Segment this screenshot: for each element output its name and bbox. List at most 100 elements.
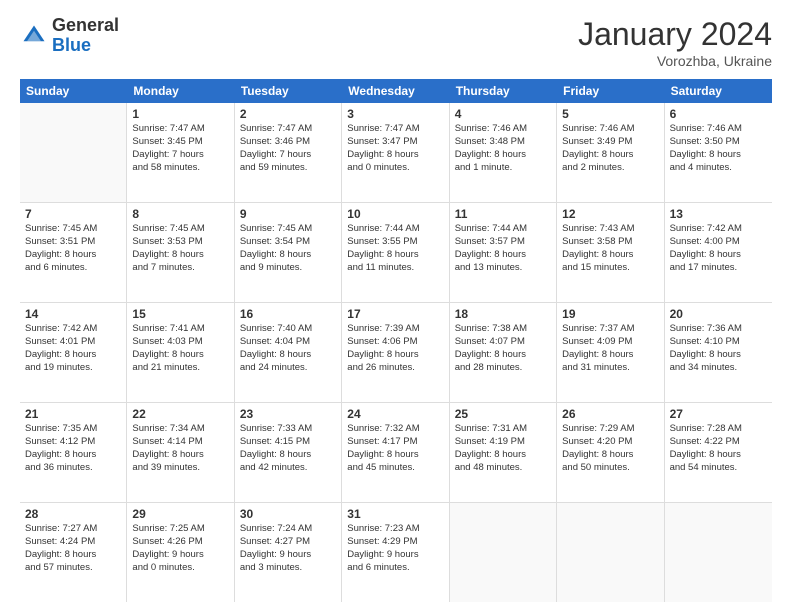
day-cell-4: 4Sunrise: 7:46 AMSunset: 3:48 PMDaylight… [450, 103, 557, 202]
empty-cell [20, 103, 127, 202]
day-info-line: Sunset: 3:55 PM [347, 236, 443, 249]
day-info-line: and 1 minute. [455, 162, 551, 175]
day-info-line: and 59 minutes. [240, 162, 336, 175]
day-cell-11: 11Sunrise: 7:44 AMSunset: 3:57 PMDayligh… [450, 203, 557, 302]
day-info-line: Daylight: 8 hours [562, 449, 658, 462]
empty-cell [557, 503, 664, 602]
day-info-line: Sunrise: 7:39 AM [347, 323, 443, 336]
day-info-line: Sunrise: 7:42 AM [25, 323, 121, 336]
location: Vorozhba, Ukraine [578, 53, 772, 69]
day-number: 3 [347, 106, 443, 122]
day-info-line: Sunset: 3:53 PM [132, 236, 228, 249]
day-cell-2: 2Sunrise: 7:47 AMSunset: 3:46 PMDaylight… [235, 103, 342, 202]
logo-blue: Blue [52, 35, 91, 55]
day-cell-25: 25Sunrise: 7:31 AMSunset: 4:19 PMDayligh… [450, 403, 557, 502]
day-number: 29 [132, 506, 228, 522]
day-number: 23 [240, 406, 336, 422]
day-info-line: Sunrise: 7:43 AM [562, 223, 658, 236]
day-info-line: Sunset: 3:48 PM [455, 136, 551, 149]
day-cell-9: 9Sunrise: 7:45 AMSunset: 3:54 PMDaylight… [235, 203, 342, 302]
calendar-row-5: 28Sunrise: 7:27 AMSunset: 4:24 PMDayligh… [20, 503, 772, 602]
month-title: January 2024 [578, 16, 772, 53]
day-info-line: Sunset: 4:26 PM [132, 536, 228, 549]
weekday-header-wednesday: Wednesday [342, 79, 449, 103]
day-info-line: Daylight: 8 hours [25, 249, 121, 262]
day-info-line: and 15 minutes. [562, 262, 658, 275]
day-number: 18 [455, 306, 551, 322]
day-info-line: Sunrise: 7:47 AM [240, 123, 336, 136]
day-info-line: Daylight: 8 hours [347, 249, 443, 262]
calendar-row-3: 14Sunrise: 7:42 AMSunset: 4:01 PMDayligh… [20, 303, 772, 403]
logo-text: General Blue [52, 16, 119, 56]
calendar-body: 1Sunrise: 7:47 AMSunset: 3:45 PMDaylight… [20, 103, 772, 602]
day-number: 21 [25, 406, 121, 422]
empty-cell [665, 503, 772, 602]
day-cell-24: 24Sunrise: 7:32 AMSunset: 4:17 PMDayligh… [342, 403, 449, 502]
day-info-line: Sunset: 4:20 PM [562, 436, 658, 449]
day-cell-31: 31Sunrise: 7:23 AMSunset: 4:29 PMDayligh… [342, 503, 449, 602]
day-info-line: Daylight: 8 hours [347, 349, 443, 362]
day-number: 26 [562, 406, 658, 422]
day-info-line: and 50 minutes. [562, 462, 658, 475]
day-number: 22 [132, 406, 228, 422]
day-info-line: and 54 minutes. [670, 462, 767, 475]
day-cell-13: 13Sunrise: 7:42 AMSunset: 4:00 PMDayligh… [665, 203, 772, 302]
day-info-line: Sunrise: 7:45 AM [25, 223, 121, 236]
day-info-line: Sunset: 4:03 PM [132, 336, 228, 349]
day-info-line: Sunset: 4:12 PM [25, 436, 121, 449]
calendar-row-4: 21Sunrise: 7:35 AMSunset: 4:12 PM Dayligh… [20, 403, 772, 503]
day-info-line: Daylight: 8 hours [132, 449, 228, 462]
day-number: 19 [562, 306, 658, 322]
day-info-line: Daylight: 8 hours [132, 349, 228, 362]
day-number: 14 [25, 306, 121, 322]
day-number: 30 [240, 506, 336, 522]
day-info-line: Sunset: 4:24 PM [25, 536, 121, 549]
day-number: 15 [132, 306, 228, 322]
day-cell-7: 7Sunrise: 7:45 AMSunset: 3:51 PMDaylight… [20, 203, 127, 302]
day-info-line: and 28 minutes. [455, 362, 551, 375]
day-info-line: Sunset: 4:17 PM [347, 436, 443, 449]
day-number: 12 [562, 206, 658, 222]
day-number: 28 [25, 506, 121, 522]
day-info-line: and 3 minutes. [240, 562, 336, 575]
day-info-line: Sunrise: 7:45 AM [240, 223, 336, 236]
weekday-header-tuesday: Tuesday [235, 79, 342, 103]
empty-cell [450, 503, 557, 602]
page: General Blue January 2024 Vorozhba, Ukra… [0, 0, 792, 612]
day-info-line: Daylight: 8 hours [562, 149, 658, 162]
day-cell-12: 12Sunrise: 7:43 AMSunset: 3:58 PMDayligh… [557, 203, 664, 302]
day-info-line: and 24 minutes. [240, 362, 336, 375]
day-info-line: Daylight: 9 hours [347, 549, 443, 562]
day-info-line: Sunset: 4:07 PM [455, 336, 551, 349]
weekday-header-sunday: Sunday [20, 79, 127, 103]
day-info-line: and 39 minutes. [132, 462, 228, 475]
day-info-line: Daylight: 8 hours [455, 449, 551, 462]
day-info-line: Sunset: 3:54 PM [240, 236, 336, 249]
day-number: 8 [132, 206, 228, 222]
day-info-line: and 11 minutes. [347, 262, 443, 275]
day-info-line: Sunrise: 7:29 AM [562, 423, 658, 436]
day-number: 17 [347, 306, 443, 322]
day-number: 7 [25, 206, 121, 222]
day-number: 1 [132, 106, 228, 122]
day-number: 16 [240, 306, 336, 322]
day-info-line: Daylight: 8 hours [670, 249, 767, 262]
day-info-line: Sunrise: 7:35 AM [25, 423, 121, 436]
day-info-line: and 6 minutes. [347, 562, 443, 575]
day-info-line: Sunset: 3:46 PM [240, 136, 336, 149]
day-cell-21: 21Sunrise: 7:35 AMSunset: 4:12 PMDayligh… [20, 403, 127, 502]
day-cell-28: 28Sunrise: 7:27 AMSunset: 4:24 PMDayligh… [20, 503, 127, 602]
day-info-line: and 4 minutes. [670, 162, 767, 175]
day-info-line: Sunrise: 7:38 AM [455, 323, 551, 336]
day-info-line: and 42 minutes. [240, 462, 336, 475]
day-info-line: Daylight: 8 hours [25, 549, 121, 562]
day-info-line: and 9 minutes. [240, 262, 336, 275]
day-info-line: Daylight: 8 hours [670, 349, 767, 362]
calendar-header: SundayMondayTuesdayWednesdayThursdayFrid… [20, 79, 772, 103]
day-info-line: and 0 minutes. [347, 162, 443, 175]
day-number: 13 [670, 206, 767, 222]
day-info-line: Daylight: 8 hours [347, 449, 443, 462]
day-cell-27: 27Sunrise: 7:28 AMSunset: 4:22 PMDayligh… [665, 403, 772, 502]
day-info-line: Sunset: 4:29 PM [347, 536, 443, 549]
day-info-line: Daylight: 7 hours [132, 149, 228, 162]
